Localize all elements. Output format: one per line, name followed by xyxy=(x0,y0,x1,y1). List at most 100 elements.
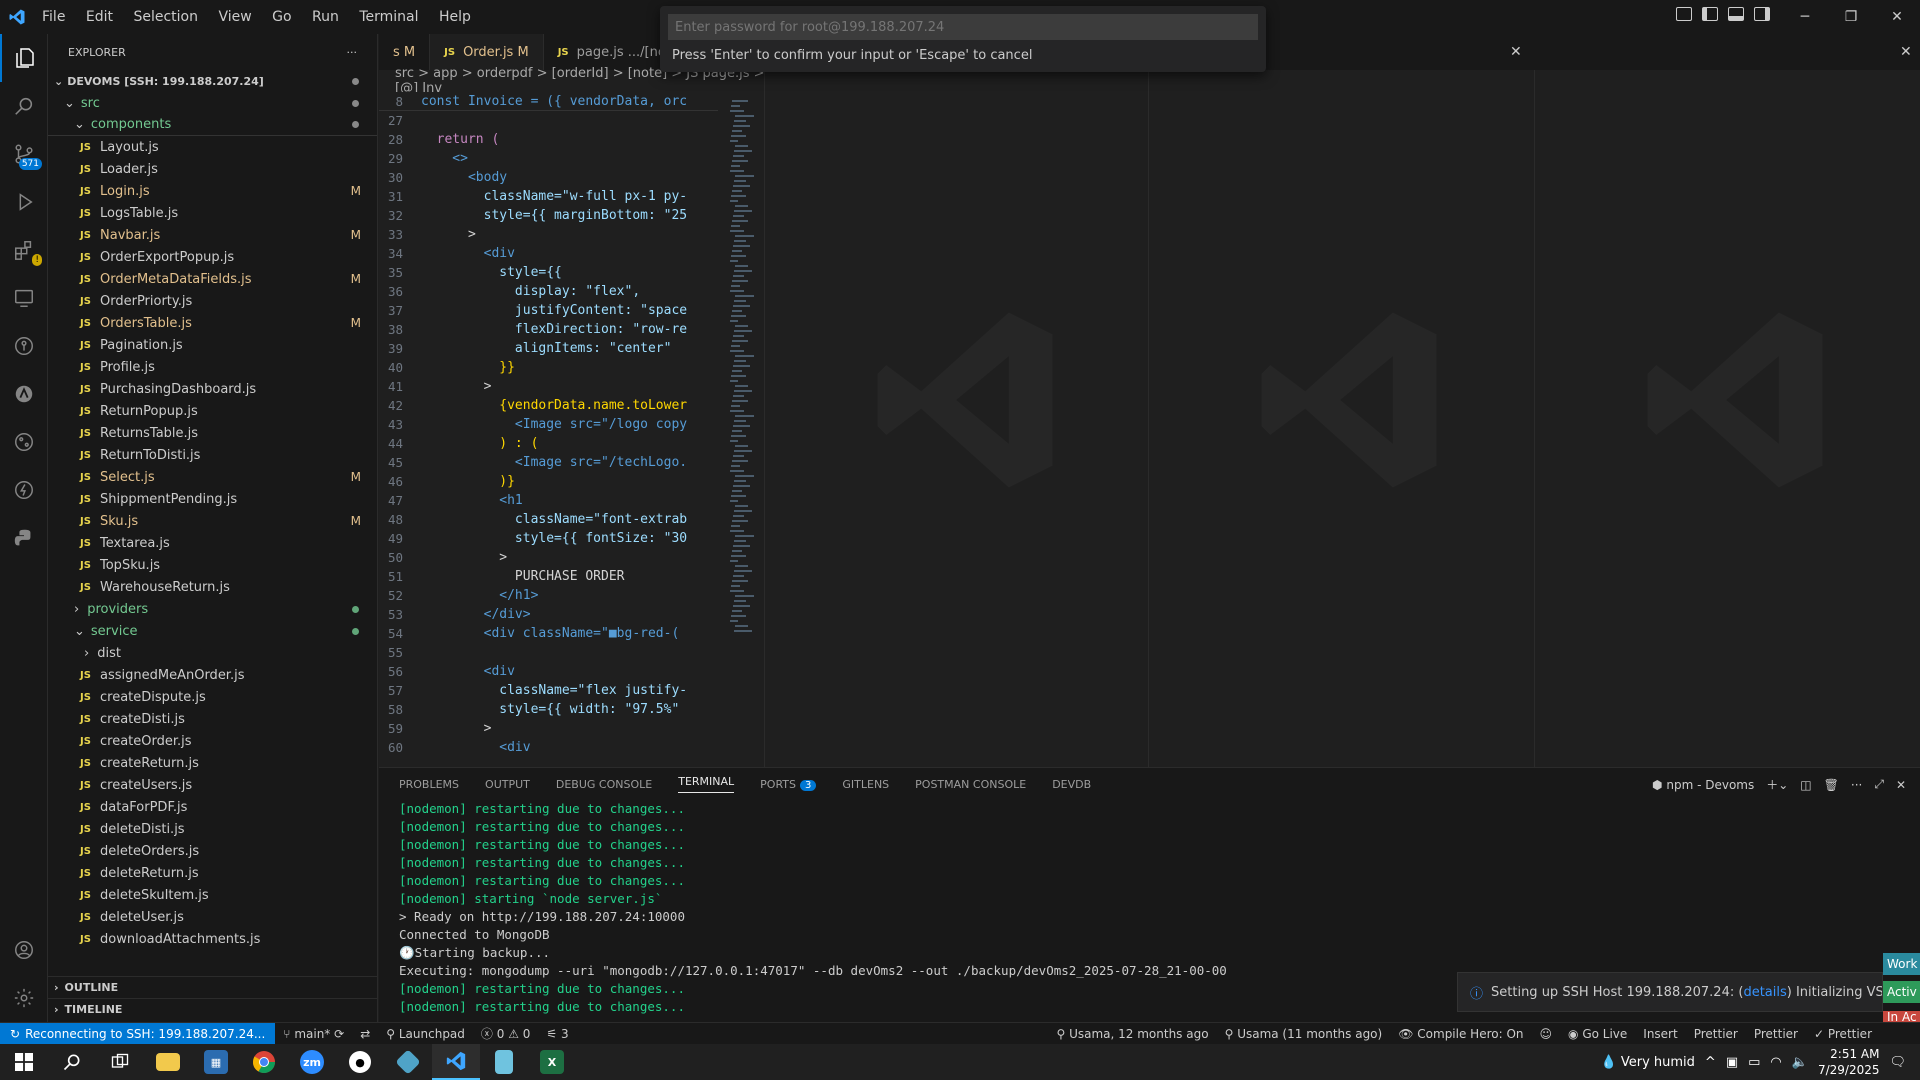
extensions-icon[interactable]: ! xyxy=(0,226,48,274)
file-item[interactable]: JS PurchasingDashboard.js xyxy=(48,378,377,400)
prettier-indicator[interactable]: ✓ Prettier xyxy=(1806,1027,1880,1041)
file-item[interactable]: JS OrderExportPopup.js xyxy=(48,246,377,268)
go-live-button[interactable]: ◉ Go Live xyxy=(1560,1027,1635,1041)
search-icon[interactable] xyxy=(48,1044,96,1080)
split-terminal-icon[interactable]: ◫ xyxy=(1800,778,1811,792)
menu-help[interactable]: Help xyxy=(431,9,479,25)
breadcrumb[interactable]: src > app > orderpdf > [orderId] > [note… xyxy=(379,66,769,96)
file-item[interactable]: JS deleteReturn.js xyxy=(48,862,377,884)
file-item[interactable]: JS dataForPDF.js xyxy=(48,796,377,818)
file-item[interactable]: JS Profile.js xyxy=(48,356,377,378)
minimize-icon[interactable]: ─ xyxy=(1782,0,1828,34)
customize-layout-icon[interactable] xyxy=(1676,7,1692,21)
python-icon[interactable] xyxy=(0,514,48,562)
password-input[interactable] xyxy=(668,14,1258,40)
close-editor-group-icon[interactable]: ✕ xyxy=(1900,44,1912,60)
file-item[interactable]: JS Layout.js xyxy=(48,136,377,158)
file-explorer-icon[interactable] xyxy=(144,1044,192,1080)
insert-mode-indicator[interactable]: Insert xyxy=(1635,1027,1685,1041)
ports-indicator[interactable]: ⚟ 3 xyxy=(538,1027,576,1041)
file-item[interactable]: JS Textarea.js xyxy=(48,532,377,554)
more-actions-icon[interactable]: ··· xyxy=(347,46,358,59)
notification-center-icon[interactable]: 🗨 xyxy=(1889,1055,1906,1070)
side-status-button[interactable]: Work xyxy=(1883,953,1920,975)
file-item[interactable]: JS WarehouseReturn.js xyxy=(48,576,377,598)
toggle-panel-icon[interactable] xyxy=(1728,7,1744,21)
maximize-panel-icon[interactable]: ⤢ xyxy=(1874,777,1884,792)
file-item[interactable]: JS ReturnToDisti.js xyxy=(48,444,377,466)
toggle-secondary-sidebar-icon[interactable] xyxy=(1754,7,1770,21)
code-editor[interactable]: 8 const Invoice = ({ vendorData, orc 27 2… xyxy=(379,92,764,767)
file-item[interactable]: JS deleteOrders.js xyxy=(48,840,377,862)
file-item[interactable]: JS Loader.js xyxy=(48,158,377,180)
launchpad-button[interactable]: ⚲ Launchpad xyxy=(378,1027,473,1041)
windows-start-icon[interactable] xyxy=(0,1044,48,1080)
workspace-root[interactable]: ⌄ DEVOMS [SSH: 199.188.207.24] xyxy=(48,70,377,92)
new-terminal-icon[interactable]: ＋⌄ xyxy=(1766,776,1788,793)
search-icon[interactable] xyxy=(0,82,48,130)
run-debug-icon[interactable] xyxy=(0,178,48,226)
file-item[interactable]: JS createDisti.js xyxy=(48,708,377,730)
file-item[interactable]: JS OrderMetaDataFields.js M xyxy=(48,268,377,290)
side-status-button[interactable]: Activ xyxy=(1883,981,1920,1003)
folder-src[interactable]: ⌄ src xyxy=(48,92,377,114)
tab-devdb[interactable]: DEVDB xyxy=(1052,778,1091,791)
file-item[interactable]: JS LogsTable.js xyxy=(48,202,377,224)
weather-widget[interactable]: 💧 Very humid xyxy=(1601,1055,1695,1070)
tab-output[interactable]: OUTPUT xyxy=(485,778,530,791)
file-item[interactable]: JS ReturnsTable.js xyxy=(48,422,377,444)
git-graph-icon[interactable] xyxy=(0,418,48,466)
folder-service[interactable]: ⌄ service xyxy=(48,620,377,642)
excel-icon[interactable]: X xyxy=(528,1044,576,1080)
author-indicator[interactable]: ⚲ Usama (11 months ago) xyxy=(1217,1027,1391,1041)
restore-icon[interactable]: ❐ xyxy=(1828,0,1874,34)
tab-postman-console[interactable]: POSTMAN CONSOLE xyxy=(915,778,1026,791)
editor-tab[interactable]: s M xyxy=(379,34,431,70)
side-status-button[interactable]: In Ac xyxy=(1883,1011,1920,1022)
file-item[interactable]: JS Navbar.js M xyxy=(48,224,377,246)
file-item[interactable]: JS Sku.js M xyxy=(48,510,377,532)
file-item[interactable]: JS TopSku.js xyxy=(48,554,377,576)
file-item[interactable]: JS createUsers.js xyxy=(48,774,377,796)
battery-icon[interactable]: ▭ xyxy=(1748,1055,1760,1070)
file-item[interactable]: JS Select.js M xyxy=(48,466,377,488)
remote-explorer-icon[interactable] xyxy=(0,274,48,322)
outline-section[interactable]: › OUTLINE xyxy=(48,976,378,998)
file-item[interactable]: JS ShippmentPending.js xyxy=(48,488,377,510)
notepad-icon[interactable] xyxy=(480,1044,528,1080)
prettier-indicator[interactable]: Prettier xyxy=(1686,1027,1746,1041)
task-view-icon[interactable] xyxy=(96,1044,144,1080)
file-item[interactable]: JS deleteSkuItem.js xyxy=(48,884,377,906)
editor-tab-active[interactable]: JS Order.js M xyxy=(430,34,544,70)
folder-dist[interactable]: › dist xyxy=(48,642,377,664)
menu-terminal[interactable]: Terminal xyxy=(351,9,426,25)
file-item[interactable]: JS Login.js M xyxy=(48,180,377,202)
app-icon[interactable] xyxy=(384,1044,432,1080)
account-icon[interactable] xyxy=(0,926,48,974)
app-icon[interactable]: ● xyxy=(336,1044,384,1080)
prettier-indicator[interactable]: Prettier xyxy=(1746,1027,1806,1041)
gitlens-icon[interactable] xyxy=(0,322,48,370)
branch-indicator[interactable]: ⑂ main* ⟳ xyxy=(275,1027,352,1041)
tab-problems[interactable]: PROBLEMS xyxy=(399,778,459,791)
menu-view[interactable]: View xyxy=(210,9,259,25)
vscode-taskbar-icon[interactable] xyxy=(432,1044,480,1080)
file-item[interactable]: JS OrderPriorty.js xyxy=(48,290,377,312)
compile-hero-indicator[interactable]: 👁 Compile Hero: On xyxy=(1390,1027,1531,1041)
tab-gitlens[interactable]: GITLENS xyxy=(842,778,889,791)
gitkraken-icon[interactable] xyxy=(0,370,48,418)
file-item[interactable]: JS deleteUser.js xyxy=(48,906,377,928)
menu-edit[interactable]: Edit xyxy=(78,9,121,25)
file-item[interactable]: JS assignedMeAnOrder.js xyxy=(48,664,377,686)
zoom-icon[interactable]: zm xyxy=(288,1044,336,1080)
menu-file[interactable]: File xyxy=(34,9,73,25)
chrome-icon[interactable] xyxy=(240,1044,288,1080)
folder-providers[interactable]: › providers xyxy=(48,598,377,620)
file-item[interactable]: JS downloadAttachments.js xyxy=(48,928,377,950)
file-item[interactable]: JS OrdersTable.js M xyxy=(48,312,377,334)
menu-selection[interactable]: Selection xyxy=(125,9,206,25)
explorer-icon[interactable] xyxy=(0,34,48,82)
tab-terminal[interactable]: TERMINAL xyxy=(678,775,735,793)
minimap[interactable] xyxy=(718,92,764,767)
kill-terminal-icon[interactable]: 🗑 xyxy=(1824,778,1839,792)
